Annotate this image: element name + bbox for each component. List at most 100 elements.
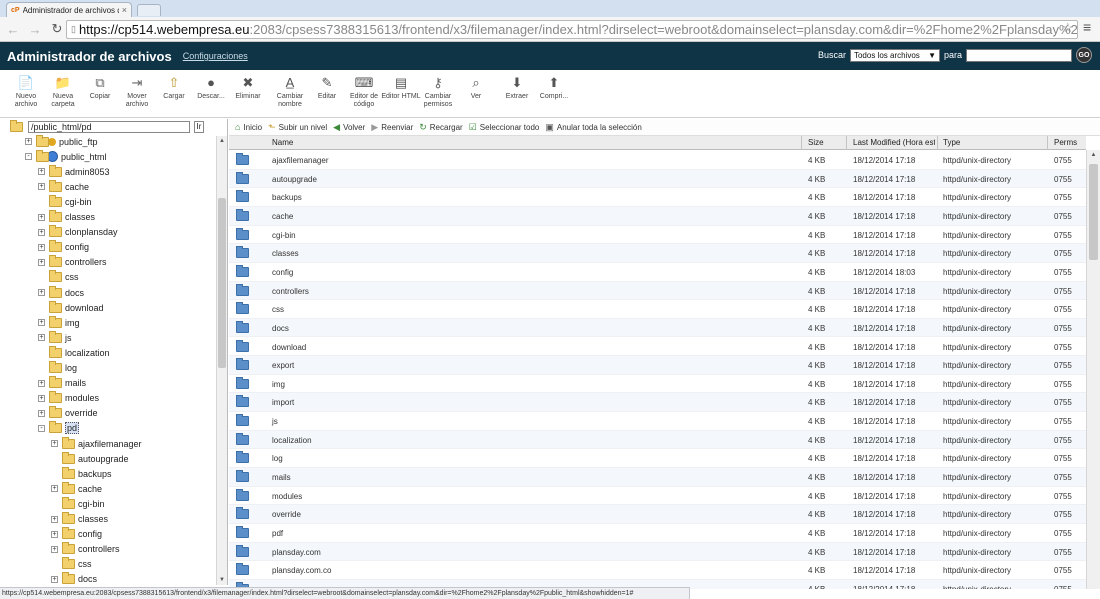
column-divider[interactable] <box>801 136 802 150</box>
expand-icon[interactable]: + <box>51 530 58 538</box>
table-row[interactable]: autoupgrade 4 KB 18/12/2014 17:18 httpd/uni… <box>229 169 1086 189</box>
tree-item[interactable]: autoupgrade <box>51 451 129 466</box>
column-divider[interactable] <box>937 136 938 150</box>
address-bar[interactable]: ▯ https://cp514.webempresa.eu:2083/cpses… <box>66 20 1078 39</box>
expand-icon[interactable]: + <box>38 409 45 417</box>
tree-item-label[interactable]: classes <box>78 514 108 524</box>
scroll-up-icon[interactable]: ▲ <box>1089 152 1098 158</box>
reload-button[interactable]: ↻ Recargar <box>419 122 462 133</box>
action-button-copy[interactable]: ⧉ Copiar <box>80 74 120 101</box>
directory-icon[interactable] <box>236 264 249 277</box>
directory-icon[interactable] <box>236 451 249 464</box>
expand-icon[interactable]: + <box>25 138 32 145</box>
cell-name[interactable]: controllers <box>272 287 309 296</box>
home-button[interactable]: ⌂ Inicio <box>235 122 262 132</box>
reload-icon[interactable]: ↻ <box>48 20 66 38</box>
column-type[interactable]: Type <box>943 138 960 147</box>
tree-item[interactable]: backups <box>51 466 112 481</box>
cell-name[interactable]: classes <box>272 249 299 258</box>
directory-icon[interactable] <box>236 320 249 333</box>
directory-icon[interactable] <box>236 153 249 165</box>
tree-item[interactable]: + admin8053 <box>38 164 110 179</box>
table-row[interactable]: cache 4 KB 18/12/2014 17:18 httpd/unix-dire… <box>229 206 1086 226</box>
action-button-rename[interactable]: A̲ Cambiar nombre <box>270 74 310 109</box>
table-row[interactable]: plansday.com 4 KB 18/12/2014 17:18 httpd/un… <box>229 542 1086 562</box>
tree-item-label[interactable]: autoupgrade <box>78 454 129 464</box>
directory-icon[interactable] <box>236 171 249 184</box>
column-divider[interactable] <box>846 136 847 150</box>
tree-go-button[interactable]: Ir <box>194 121 204 133</box>
cell-name[interactable]: plansday.com <box>272 548 321 557</box>
table-row[interactable]: localization 4 KB 18/12/2014 17:18 httpd/un… <box>229 430 1086 450</box>
back-arrow-icon[interactable]: ← <box>4 20 22 38</box>
up-one-level-button[interactable]: ⬑ Subir un nivel <box>268 122 327 133</box>
directory-icon[interactable] <box>236 358 249 371</box>
tree-item-label[interactable]: img <box>65 318 80 328</box>
tree-item-label[interactable]: css <box>78 559 92 569</box>
directory-icon[interactable] <box>236 227 249 240</box>
action-button-move[interactable]: ⇥ Mover archivo <box>117 74 157 109</box>
tree-item-label[interactable]: backups <box>78 469 112 479</box>
cell-name[interactable]: cgi-bin <box>272 231 296 240</box>
tree-item-label[interactable]: config <box>78 529 102 539</box>
tree-scrollbar[interactable]: ▲ ▼ <box>216 136 227 585</box>
action-button-download[interactable]: ● Descar... <box>191 74 231 101</box>
tree-item[interactable]: cgi-bin <box>38 194 92 209</box>
tab-close-icon[interactable]: × <box>122 5 127 15</box>
table-row[interactable]: ajaxfilemanager 4 KB 18/12/2014 17:18 httpd… <box>229 151 1086 170</box>
tree-item-label[interactable]: cgi-bin <box>78 499 105 509</box>
action-button-upload[interactable]: ⇧ Cargar <box>154 74 194 101</box>
directory-icon[interactable] <box>236 414 249 427</box>
tree-item-label[interactable]: public_html <box>61 152 107 162</box>
collapse-icon[interactable]: - <box>38 424 45 432</box>
table-row[interactable]: docs 4 KB 18/12/2014 17:18 httpd/unix-direc… <box>229 318 1086 338</box>
expand-icon[interactable]: + <box>51 515 58 523</box>
table-row[interactable]: config 4 KB 18/12/2014 18:03 httpd/unix-dir… <box>229 263 1086 282</box>
action-button-compress[interactable]: ⬆ Compri... <box>534 74 574 101</box>
tree-item[interactable]: + controllers <box>51 542 120 557</box>
directory-icon[interactable] <box>236 246 249 259</box>
tree-item-label[interactable]: config <box>65 242 89 252</box>
tree-item[interactable]: - public_html <box>25 149 107 164</box>
cell-name[interactable]: cache <box>272 212 293 221</box>
directory-icon[interactable] <box>236 339 249 352</box>
expand-icon[interactable]: + <box>38 394 45 402</box>
tree-item-label[interactable]: controllers <box>65 257 107 267</box>
expand-icon[interactable]: + <box>38 379 45 387</box>
column-perms[interactable]: Perms <box>1054 138 1077 147</box>
tree-item[interactable]: css <box>38 270 79 285</box>
directory-icon[interactable] <box>236 283 249 296</box>
directory-icon[interactable] <box>236 526 249 538</box>
cell-name[interactable]: import <box>272 398 294 407</box>
tree-item[interactable]: + mails <box>38 376 86 391</box>
file-list-scrollbar[interactable]: ▲ <box>1086 150 1100 589</box>
expand-icon[interactable]: + <box>38 228 45 236</box>
tree-scrollbar-thumb[interactable] <box>218 198 226 368</box>
expand-icon[interactable]: + <box>38 183 45 191</box>
tree-item-label[interactable]: log <box>65 363 77 373</box>
file-list-scrollbar-thumb[interactable] <box>1089 164 1098 260</box>
scroll-down-icon[interactable]: ▼ <box>218 577 226 583</box>
action-button-html-editor[interactable]: ▤ Editor HTML <box>381 74 421 101</box>
table-row[interactable]: import 4 KB 18/12/2014 17:18 httpd/unix-dir… <box>229 393 1086 413</box>
cell-name[interactable]: pdf <box>272 529 283 538</box>
table-row[interactable]: override 4 KB 18/12/2014 17:18 httpd/unix-d… <box>229 505 1086 524</box>
action-button-delete[interactable]: ✖ Eliminar <box>228 74 268 101</box>
settings-link[interactable]: Configuraciones <box>183 51 248 61</box>
action-button-extract[interactable]: ⬇ Extraer <box>497 74 537 101</box>
tree-item[interactable]: + controllers <box>38 255 107 270</box>
scroll-up-icon[interactable]: ▲ <box>218 138 226 144</box>
expand-icon[interactable]: + <box>38 243 45 251</box>
expand-icon[interactable]: + <box>51 545 58 553</box>
tree-item[interactable]: download <box>38 300 104 315</box>
action-button-view[interactable]: ⌕ Ver <box>456 74 496 101</box>
action-button-code-editor[interactable]: ⌨ Editor de código <box>344 74 384 109</box>
cell-name[interactable]: modules <box>272 492 302 501</box>
table-row[interactable]: img 4 KB 18/12/2014 17:18 httpd/unix-direct… <box>229 375 1086 394</box>
expand-icon[interactable]: + <box>38 213 45 221</box>
expand-icon[interactable]: + <box>51 485 58 493</box>
tree-item-label[interactable]: localization <box>65 348 110 358</box>
action-button-new-folder[interactable]: 📁 Nueva carpeta <box>43 74 83 109</box>
directory-icon[interactable] <box>236 488 249 501</box>
tree-item[interactable]: + config <box>38 240 89 255</box>
